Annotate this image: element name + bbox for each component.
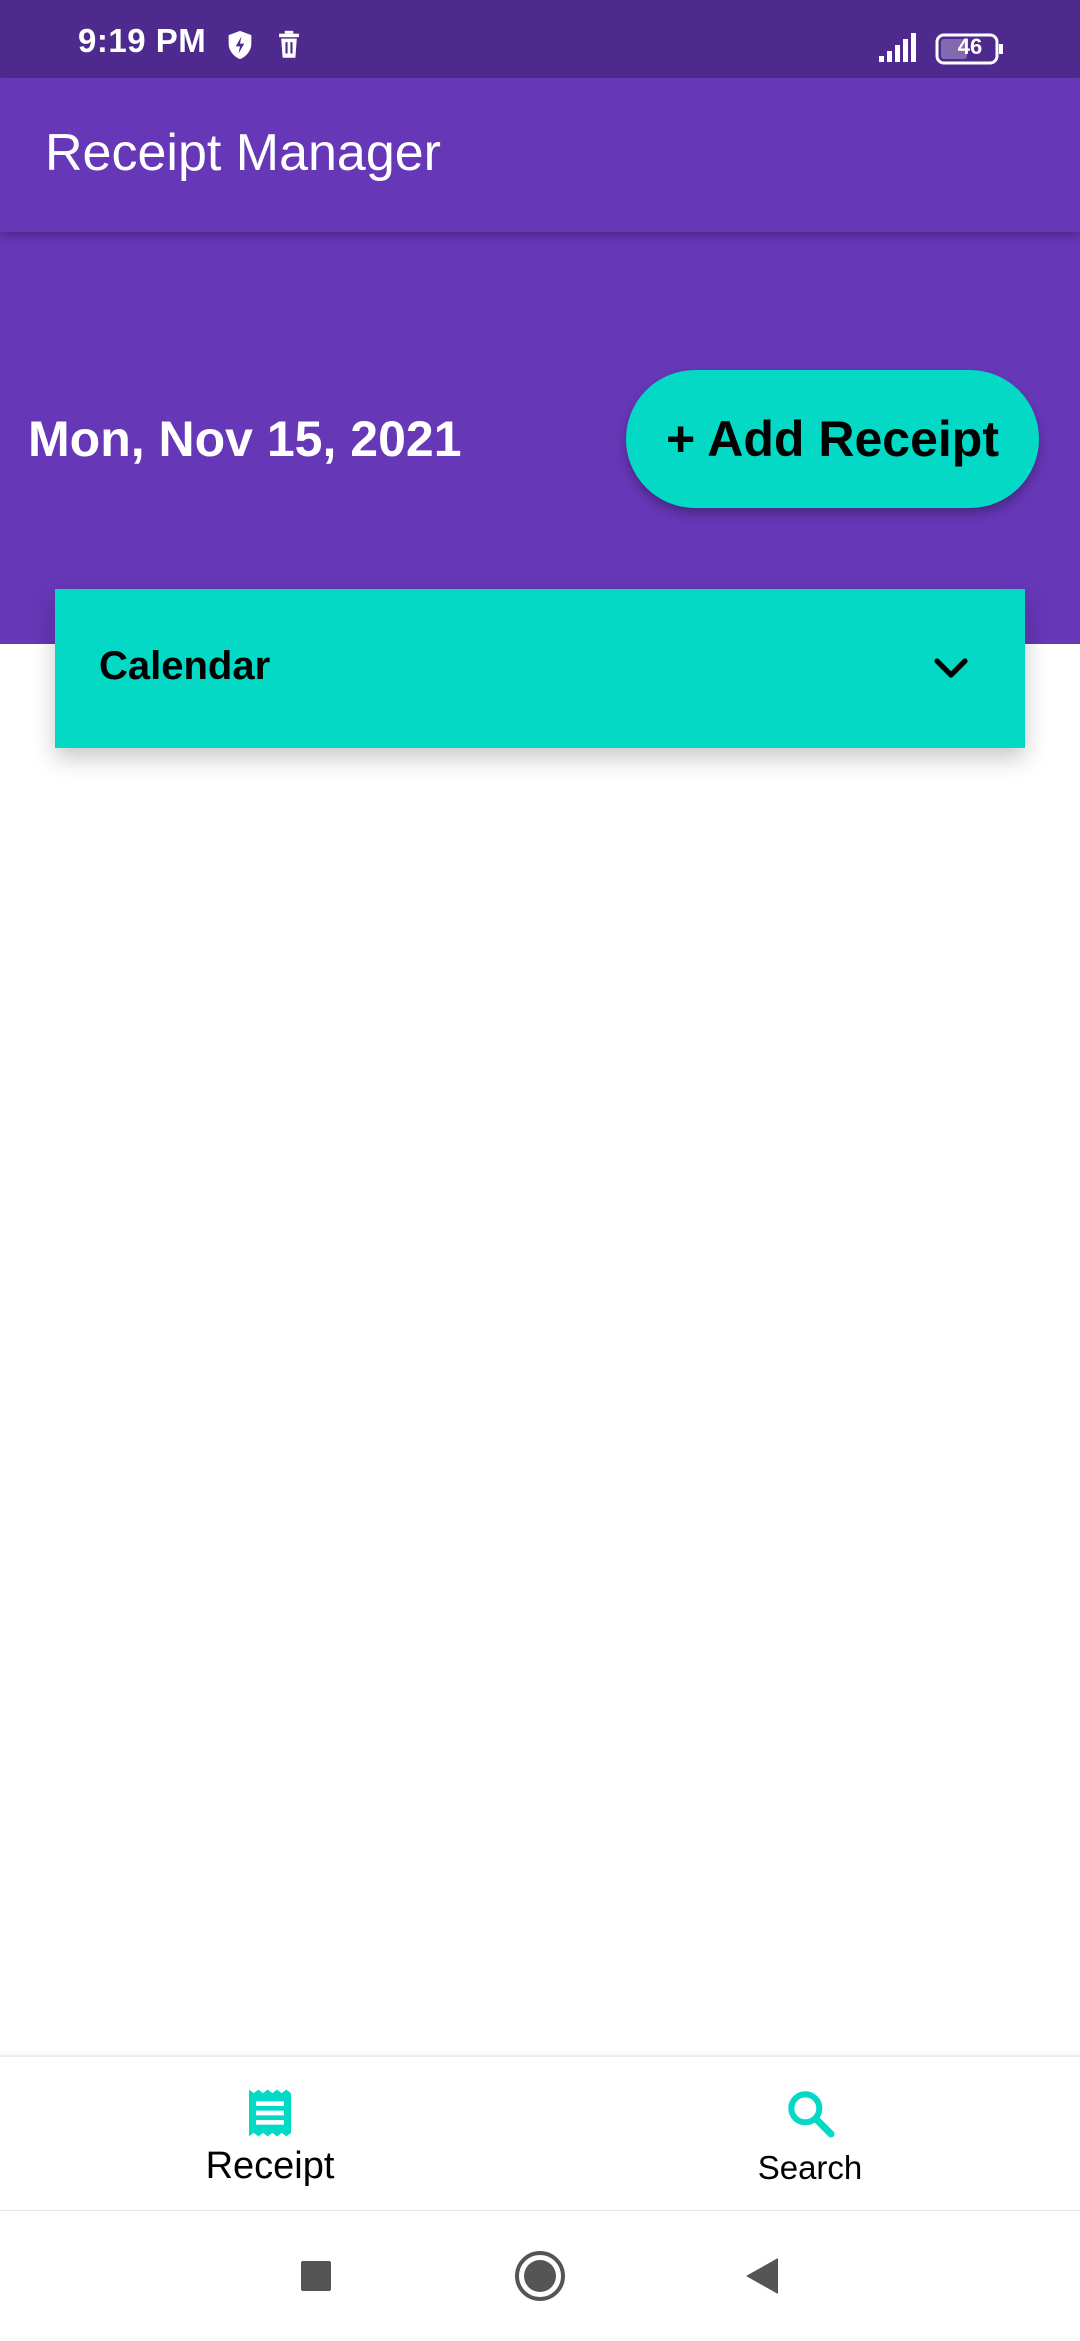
back-triangle-icon[interactable]: [734, 2246, 794, 2306]
nav-label-receipt: Receipt: [205, 2145, 335, 2187]
home-circle-icon[interactable]: [510, 2246, 570, 2306]
recents-square-icon[interactable]: [286, 2246, 346, 2306]
status-time: 9:19 PM: [78, 22, 207, 59]
bottom-navigation: Receipt Search: [0, 2055, 1080, 2212]
signal-icon: [879, 33, 916, 62]
nav-label-search: Search: [757, 2149, 863, 2186]
selected-date: Mon, Nov 15, 2021: [28, 411, 462, 467]
system-navigation-bar: [0, 2210, 1080, 2341]
add-receipt-button[interactable]: + Add Receipt: [626, 370, 1039, 508]
search-icon: [788, 2091, 835, 2138]
header-area: Mon, Nov 15, 2021 + Add Receipt: [0, 232, 1080, 644]
calendar-label: Calendar: [99, 644, 271, 688]
app-bar: Receipt Manager: [0, 78, 1080, 232]
shield-bolt-icon: [228, 30, 252, 60]
nav-item-receipt[interactable]: Receipt: [0, 2057, 540, 2212]
status-bar: 9:19 PM 46: [0, 0, 1080, 78]
calendar-dropdown[interactable]: Calendar: [55, 589, 1025, 748]
trash-icon: [279, 30, 299, 58]
battery-level: 46: [957, 34, 983, 59]
app-title: Receipt Manager: [45, 124, 441, 182]
chevron-down-icon: [934, 658, 968, 678]
nav-item-search[interactable]: Search: [540, 2057, 1080, 2212]
receipt-icon: [249, 2089, 291, 2137]
